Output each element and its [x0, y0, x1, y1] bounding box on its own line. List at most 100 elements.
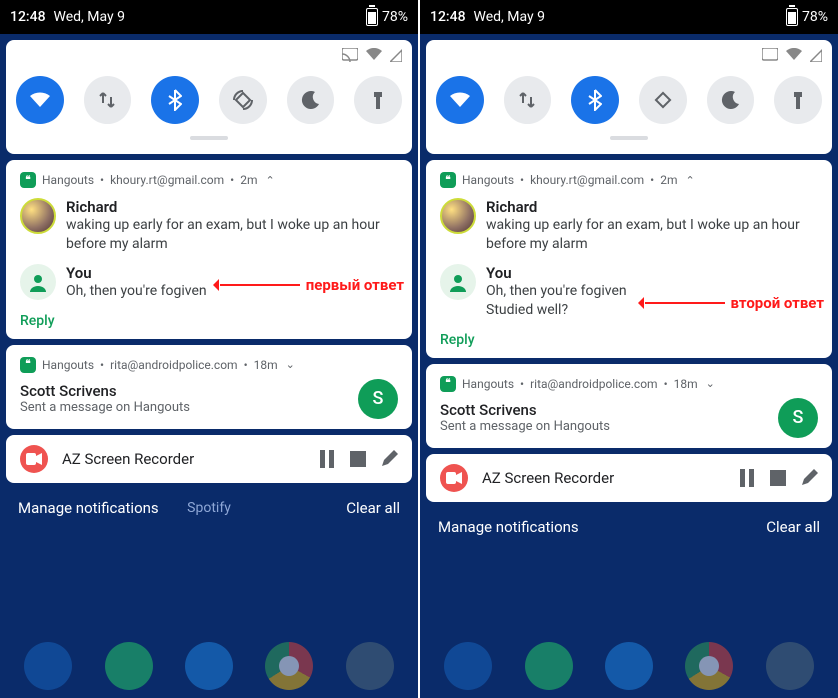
chat-message-text: waking up early for an exam, but I woke …	[66, 216, 398, 254]
hangouts-chat-notification[interactable]: ❝ Hangouts • khoury.rt@gmail.com • 2m ⌃ …	[6, 160, 412, 339]
az-recorder-notification[interactable]: AZ Screen Recorder	[426, 454, 832, 502]
clear-all-button[interactable]: Clear all	[346, 499, 400, 517]
avatar-you	[440, 264, 476, 300]
notification-app-name: Hangouts	[462, 173, 514, 187]
avatar-you	[20, 264, 56, 300]
avatar-richard	[440, 198, 476, 234]
contact-avatar: S	[778, 398, 818, 438]
notification-header: ❝ Hangouts • rita@androidpolice.com • 18…	[20, 357, 398, 373]
dock-phone-icon[interactable]	[24, 642, 72, 690]
stop-button[interactable]	[350, 451, 366, 467]
dock	[420, 634, 838, 698]
status-date: Wed, May 9	[54, 9, 125, 25]
hangouts-contact-notification[interactable]: ❝ Hangouts • rita@androidpolice.com • 18…	[426, 364, 832, 448]
pause-button[interactable]	[738, 469, 756, 487]
dock-whatsapp-icon[interactable]	[105, 642, 153, 690]
notification-app-name: Hangouts	[42, 173, 94, 187]
rotate-icon	[232, 89, 254, 111]
annotation-first-reply: первый ответ	[220, 276, 404, 294]
qs-bluetooth-tile[interactable]	[571, 76, 619, 124]
background-app-label: Spotify	[187, 500, 231, 516]
wifi-status-icon	[786, 48, 802, 62]
quick-settings-panel	[6, 40, 412, 154]
manage-notifications-button[interactable]: Manage notifications	[18, 499, 159, 517]
dock-chrome-icon[interactable]	[685, 642, 733, 690]
chat-sender-name: Richard	[66, 198, 398, 216]
qs-rotate-tile[interactable]	[639, 76, 687, 124]
notification-app-name: Hangouts	[42, 358, 94, 372]
signal-status-icon	[390, 48, 402, 62]
status-bar: 12:48 Wed, May 9 78%	[0, 0, 418, 34]
cast-icon	[342, 48, 358, 62]
chevron-up-icon[interactable]: ⌃	[265, 174, 274, 187]
contact-name: Scott Scrivens	[440, 401, 610, 419]
hangouts-contact-notification[interactable]: ❝ Hangouts • rita@androidpolice.com • 18…	[6, 345, 412, 429]
chevron-down-icon[interactable]: ⌄	[286, 358, 295, 371]
dock-camera-icon[interactable]	[605, 642, 653, 690]
signal-status-icon	[810, 48, 822, 62]
qs-data-tile[interactable]	[504, 76, 552, 124]
qs-rotate-tile[interactable]	[219, 76, 267, 124]
shade-handle[interactable]	[610, 136, 648, 140]
chevron-up-icon[interactable]: ⌃	[685, 174, 694, 187]
clear-all-button[interactable]: Clear all	[766, 518, 820, 536]
qs-dnd-tile[interactable]	[287, 76, 335, 124]
hangouts-icon: ❝	[440, 172, 456, 188]
status-date: Wed, May 9	[474, 9, 545, 25]
qs-dnd-tile[interactable]	[707, 76, 755, 124]
dock-chrome-icon[interactable]	[265, 642, 313, 690]
az-recorder-notification[interactable]: AZ Screen Recorder	[6, 435, 412, 483]
dock-camera-icon[interactable]	[185, 642, 233, 690]
dock	[0, 634, 418, 698]
dock-pocketcasts-icon[interactable]	[766, 642, 814, 690]
cast-icon	[762, 48, 778, 62]
battery-percent: 78%	[382, 9, 408, 25]
recorder-icon	[20, 445, 48, 473]
edit-button[interactable]	[800, 469, 818, 487]
chat-message-text: waking up early for an exam, but I woke …	[486, 216, 818, 254]
flashlight-icon	[371, 89, 385, 111]
pause-button[interactable]	[318, 450, 336, 468]
hangouts-icon: ❝	[20, 357, 36, 373]
chat-sender-name: You	[486, 264, 818, 282]
chevron-down-icon[interactable]: ⌄	[706, 377, 715, 390]
hangouts-chat-notification[interactable]: ❝ Hangouts • khoury.rt@gmail.com • 2m ⌃ …	[426, 160, 832, 358]
battery-status: 78%	[786, 8, 828, 26]
stop-button[interactable]	[770, 470, 786, 486]
qs-flashlight-tile[interactable]	[354, 76, 402, 124]
moon-icon	[301, 90, 321, 110]
qs-bluetooth-tile[interactable]	[151, 76, 199, 124]
reply-button[interactable]: Reply	[440, 332, 818, 348]
dock-pocketcasts-icon[interactable]	[346, 642, 394, 690]
shade-footer: Manage notifications Clear all	[420, 502, 838, 552]
qs-wifi-tile[interactable]	[436, 76, 484, 124]
notification-account: khoury.rt@gmail.com	[530, 173, 644, 187]
arrow-icon	[645, 302, 725, 304]
data-swap-icon	[98, 90, 116, 110]
contact-subtitle: Sent a message on Hangouts	[440, 419, 610, 434]
shade-handle[interactable]	[190, 136, 228, 140]
battery-icon	[786, 8, 798, 26]
dock-whatsapp-icon[interactable]	[525, 642, 573, 690]
notification-header: ❝ Hangouts • rita@androidpolice.com • 18…	[440, 376, 818, 392]
notification-age: 18m	[674, 377, 698, 391]
arrow-icon	[220, 284, 300, 286]
edit-button[interactable]	[380, 450, 398, 468]
status-time: 12:48	[430, 9, 466, 25]
contact-subtitle: Sent a message on Hangouts	[20, 400, 190, 415]
notification-account: rita@androidpolice.com	[530, 377, 658, 391]
qs-data-tile[interactable]	[84, 76, 132, 124]
manage-notifications-button[interactable]: Manage notifications	[438, 518, 579, 536]
reply-button[interactable]: Reply	[20, 313, 398, 329]
qs-flashlight-tile[interactable]	[774, 76, 822, 124]
annotation-second-reply: второй ответ	[645, 294, 824, 312]
dock-phone-icon[interactable]	[444, 642, 492, 690]
qs-wifi-tile[interactable]	[16, 76, 64, 124]
battery-percent: 78%	[802, 9, 828, 25]
notification-account: rita@androidpolice.com	[110, 358, 238, 372]
hangouts-icon: ❝	[440, 376, 456, 392]
battery-status: 78%	[366, 8, 408, 26]
az-title: AZ Screen Recorder	[482, 469, 724, 487]
battery-icon	[366, 8, 378, 26]
notification-header: ❝ Hangouts • khoury.rt@gmail.com • 2m ⌃	[440, 172, 818, 188]
